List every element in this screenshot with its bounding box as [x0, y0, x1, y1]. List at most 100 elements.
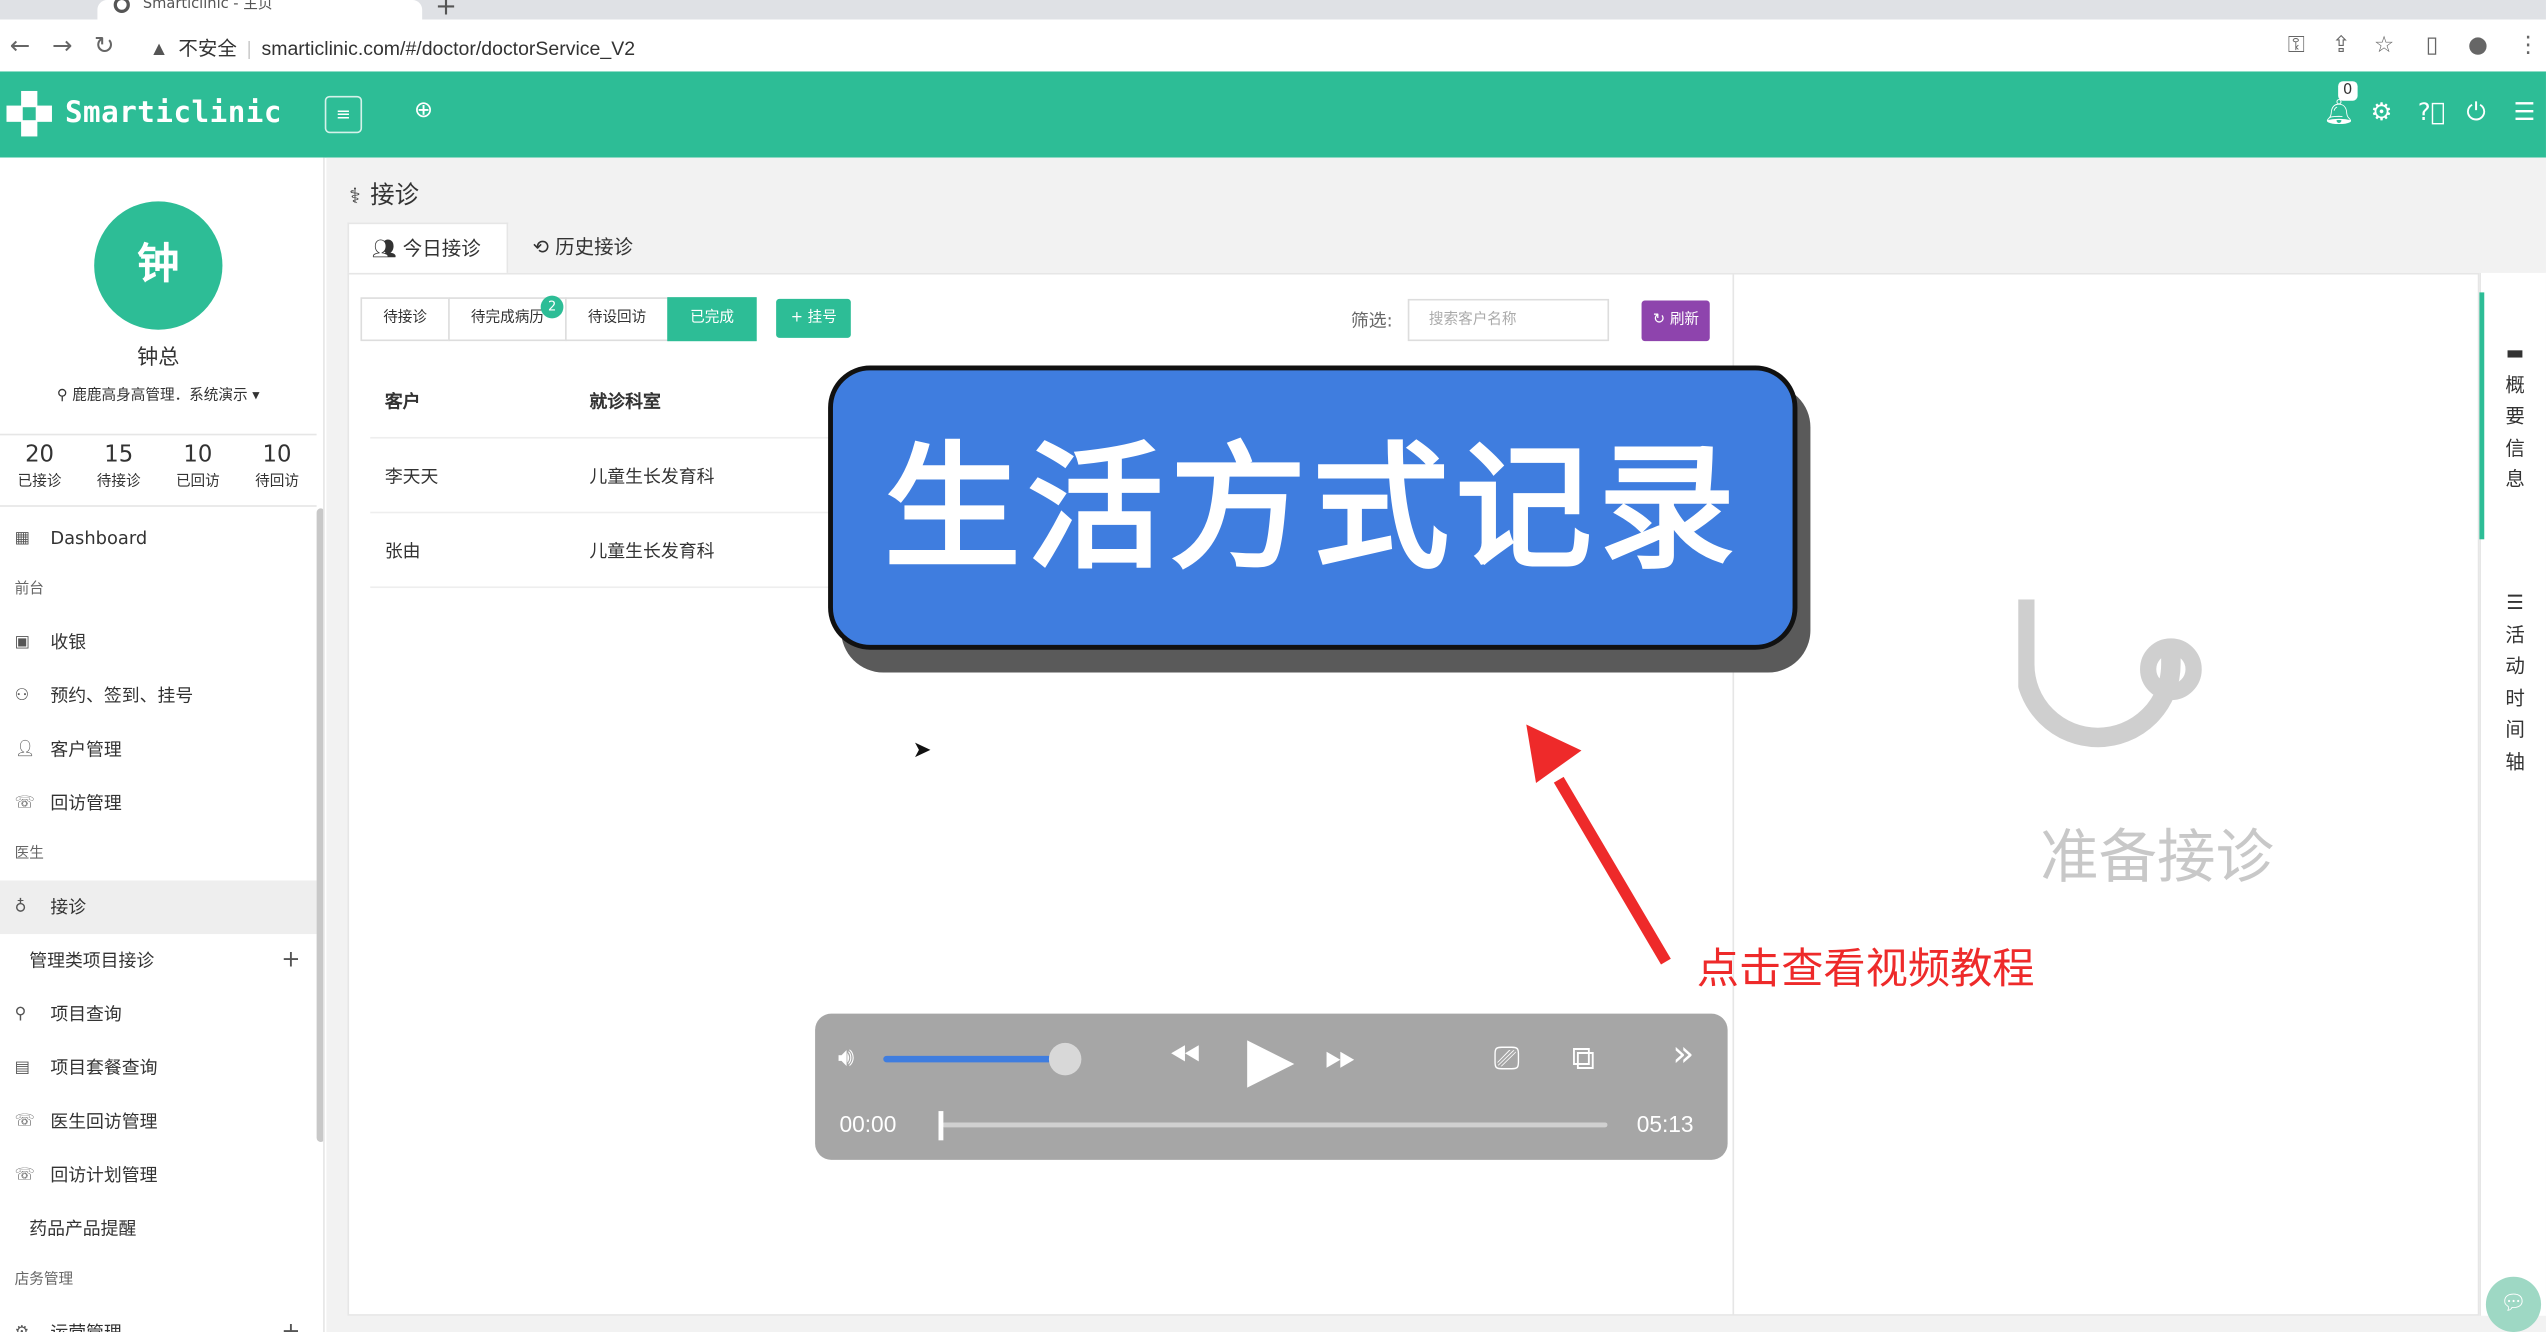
sidebar-item-dashboard[interactable]: ▦ Dashboard	[0, 512, 317, 566]
sidebar-item-followup[interactable]: ☏ 回访管理	[0, 776, 317, 830]
key-icon[interactable]: ⚿	[2288, 32, 2305, 58]
duration: 05:13	[1636, 1111, 1694, 1138]
sidebar-scrollbar[interactable]	[316, 508, 324, 1142]
profile-icon[interactable]: ●	[2468, 32, 2488, 58]
sidepanel-icon[interactable]: ▯	[2426, 32, 2439, 58]
plus-icon[interactable]: +	[281, 1306, 300, 1332]
new-tab-icon[interactable]: +	[435, 0, 457, 21]
app-name: Smarticlinic	[64, 95, 282, 130]
timeline-icon: ☰	[2506, 591, 2524, 615]
cell-customer: 李天天	[384, 465, 439, 487]
tab-today[interactable]: 👥︎ 今日接诊	[347, 222, 509, 275]
more-controls-icon[interactable]: »	[1672, 1035, 1694, 1076]
more-icon[interactable]: ⋮	[2517, 32, 2540, 58]
forward-icon[interactable]: →	[52, 31, 72, 60]
back-icon[interactable]: ←	[10, 31, 30, 60]
user-name: 钟总	[137, 345, 180, 371]
subtab-pending-followup[interactable]: 待设回访	[565, 297, 670, 342]
menu-toggle-icon[interactable]: ≡	[324, 95, 363, 134]
volume-slider[interactable]	[883, 1055, 1066, 1063]
empty-state-text: 准备接诊	[2040, 825, 2274, 892]
dashboard-icon: ▦	[14, 529, 30, 548]
help-icon[interactable]: ?⃝	[2418, 97, 2446, 126]
stethoscope-icon: ♁	[14, 898, 27, 917]
stat-received[interactable]: 20 已接诊	[0, 435, 79, 505]
stat-to-follow[interactable]: 10 待回访	[237, 435, 316, 505]
volume-icon[interactable]: 🔊︎	[838, 1041, 854, 1073]
active-indicator	[2479, 292, 2485, 540]
tab-timeline[interactable]: ☰ 活动时间轴	[2504, 588, 2527, 778]
sidebar-item-package-query[interactable]: ▤ 项目套餐查询	[0, 1041, 317, 1095]
power-icon[interactable]: ⏻	[2466, 97, 2485, 126]
cell-customer: 张由	[384, 540, 421, 562]
refresh-button[interactable]: ↻ 刷新	[1641, 300, 1711, 342]
subtab-waiting[interactable]: 待接诊	[360, 297, 450, 342]
sidebar-menu: ▦ Dashboard 前台 ▣ 收银 ⚇ 预约、签到、挂号 👤︎ 客户管理 ☏ 回访管理…	[0, 512, 317, 1332]
progress-bar[interactable]	[941, 1122, 1608, 1128]
logo-icon	[6, 90, 52, 137]
star-icon[interactable]: ☆	[2374, 32, 2394, 58]
tutorial-hint[interactable]: 点击查看视频教程	[1697, 936, 2035, 996]
play-icon[interactable]: ▶	[1247, 1027, 1294, 1092]
list-icon[interactable]: ☰	[2513, 97, 2535, 126]
tab-history[interactable]: ⟲ 历史接诊	[510, 223, 656, 275]
tab-title: Smarticlinic - 主页	[142, 0, 273, 13]
detail-panel: 准备接诊	[1732, 272, 2480, 1316]
favicon-icon	[113, 0, 130, 13]
section-store: 店务管理	[14, 1271, 74, 1289]
sidebar-item-drug-reminder[interactable]: 药品产品提醒	[0, 1202, 317, 1256]
sidebar-item-consultation[interactable]: ♁ 接诊	[0, 880, 317, 935]
section-doctor: 医生	[14, 846, 44, 863]
pip-icon[interactable]: ⧉	[1572, 1038, 1595, 1077]
browser-tab[interactable]: Smarticlinic - 主页	[97, 0, 423, 20]
rewind-icon[interactable]: ⏪︎	[1169, 1033, 1200, 1078]
sidebar-item-doctor-followup[interactable]: ☏ 医生回访管理	[0, 1095, 317, 1149]
users-icon: 👥︎	[371, 237, 403, 260]
caret-down-icon: ▾	[247, 388, 260, 405]
share-icon[interactable]: ⇪	[2332, 32, 2351, 58]
bell-icon[interactable]: 🔔︎	[2324, 97, 2355, 126]
airplay-icon[interactable]: ⎚	[1494, 1038, 1520, 1077]
sidebar-item-appointment[interactable]: ⚇ 预约、签到、挂号	[0, 669, 317, 723]
app-header: Smarticlinic ≡ ⊕ 0 🔔︎ ⚙ ?⃝ ⏻ ☰	[0, 71, 2546, 158]
cashier-icon: ▣	[14, 633, 30, 652]
address-field[interactable]: ▲ 不安全 | smarticlinic.com/#/doctor/doctorSer…	[149, 34, 635, 62]
video-controls: 🔊︎ ⏪︎ ▶ ⏩︎ ⎚ ⧉ » 00:00 05:13	[815, 1013, 1728, 1160]
operation-icon: ⚙	[15, 1306, 30, 1332]
register-button[interactable]: + 挂号	[776, 298, 852, 338]
banner-text: 生活方式记录	[884, 428, 1742, 589]
sidebar-item-project-query[interactable]: ⚲ 项目查询	[0, 988, 317, 1042]
avatar[interactable]: 钟	[94, 201, 223, 330]
volume-knob[interactable]	[1048, 1042, 1082, 1076]
search-icon: ⚲	[14, 1005, 27, 1024]
fast-forward-icon[interactable]: ⏩︎	[1325, 1033, 1356, 1078]
sidebar: 钟 钟总 ⚲ 鹿鹿高身高管理．系统演示 ▾ 20 已接诊 15 待接诊 10 已回访 …	[0, 157, 325, 1332]
sidebar-item-cashier[interactable]: ▣ 收银	[0, 616, 317, 670]
subtab-pending-record[interactable]: 待完成病历 2	[448, 295, 567, 342]
gear-icon[interactable]: ⚙	[2371, 97, 2393, 126]
card-icon: ▬	[2505, 341, 2525, 364]
stat-waiting[interactable]: 15 待接诊	[79, 435, 158, 505]
org-selector[interactable]: ⚲ 鹿鹿高身高管理．系统演示 ▾	[0, 383, 317, 404]
tab-summary[interactable]: ▬ 概要信息	[2504, 338, 2527, 496]
stethoscope-icon	[2018, 599, 2202, 748]
playhead[interactable]	[938, 1111, 944, 1141]
subtab-completed[interactable]: 已完成	[667, 297, 757, 342]
current-time: 00:00	[839, 1111, 897, 1138]
globe-icon[interactable]: ⊕	[414, 97, 433, 123]
customer-icon: 👤︎	[14, 740, 36, 759]
sidebar-item-customer[interactable]: 👤︎ 客户管理	[0, 723, 317, 777]
plus-icon[interactable]: +	[281, 934, 300, 988]
reload-icon[interactable]: ↻	[94, 31, 114, 60]
stat-followed[interactable]: 10 已回访	[158, 435, 237, 505]
url-text: smarticlinic.com/#/doctor/doctorService_…	[261, 37, 636, 61]
sidebar-item-followup-plan[interactable]: ☏ 回访计划管理	[0, 1148, 317, 1202]
chat-icon[interactable]: 💬︎	[2485, 1276, 2542, 1332]
right-side-tabs: ▬ 概要信息 ☰ 活动时间轴	[2479, 272, 2546, 1316]
mouse-cursor-icon: ➤	[912, 737, 932, 764]
sidebar-item-managed-consultation[interactable]: 管理类项目接诊 +	[0, 934, 317, 988]
phone-icon: ☏	[14, 1112, 35, 1131]
sidebar-item-operations[interactable]: ⚙运营管理+	[0, 1306, 317, 1332]
search-input[interactable]: 搜索客户名称	[1407, 298, 1610, 342]
pending-badge: 2	[540, 295, 564, 319]
